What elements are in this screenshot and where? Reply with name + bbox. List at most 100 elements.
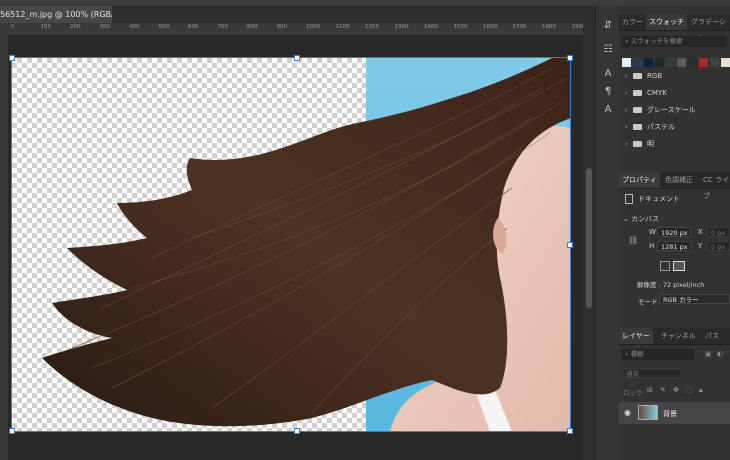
orientation-landscape-icon[interactable]	[673, 261, 685, 271]
scrollbar-thumb[interactable]	[586, 168, 592, 308]
tab-adjustments[interactable]: 色調補正	[665, 172, 693, 188]
ruler-tick-label: 700	[217, 24, 229, 30]
ruler-tick-label: 800	[247, 24, 258, 30]
paragraph-icon[interactable]: ¶	[602, 86, 614, 98]
color-mode-select[interactable]: RGB カラー	[659, 294, 730, 304]
swatch-folder-rgb[interactable]: › RGB	[625, 70, 662, 82]
blend-mode-select[interactable]: 通常	[622, 368, 682, 378]
folder-icon	[633, 73, 642, 79]
filter-adjust-icon[interactable]: ◐	[717, 350, 723, 358]
tab-gradient[interactable]: グラデーション	[691, 14, 730, 42]
transform-handle-t[interactable]	[294, 55, 300, 61]
orientation-portrait-icon[interactable]	[660, 261, 670, 271]
document-canvas[interactable]	[12, 58, 571, 432]
swatch-folder-light[interactable]: › 明	[625, 138, 654, 150]
tab-paths[interactable]: パス	[705, 328, 719, 344]
lock-all-icon[interactable]: 🔒︎	[699, 386, 703, 395]
properties-panel-tabs: プロパティ 色調補正 CC ライブ	[619, 172, 730, 200]
filter-image-icon[interactable]: ▣	[705, 350, 712, 358]
tab-channels[interactable]: チャンネル	[661, 328, 696, 344]
vertical-ruler[interactable]	[0, 35, 8, 460]
transform-handle-tr[interactable]	[567, 55, 573, 61]
height-label: H	[649, 242, 655, 250]
canvas-section-label: カンバス	[631, 215, 660, 223]
height-field[interactable]: 1281 px	[657, 241, 691, 251]
right-panel-area: カラー スウォッチ グラデーション ⌕スウォッチを検索 ›RGB ›CMYK ›…	[619, 6, 730, 460]
y-field[interactable]: 0 px	[707, 241, 730, 251]
adjust-icon[interactable]: ☷	[602, 44, 614, 56]
swatch-chip[interactable]	[666, 58, 675, 67]
folder-label: グレースケール	[647, 106, 696, 114]
swatch-folder-cmyk[interactable]: › CMYK	[625, 87, 667, 99]
swatch-folder-grayscale[interactable]: › グレースケール	[625, 104, 696, 116]
width-field[interactable]: 1920 px	[657, 227, 691, 237]
chevron-right-icon: ›	[625, 72, 628, 80]
tab-properties[interactable]: プロパティ	[619, 172, 660, 188]
transform-handle-br[interactable]	[567, 428, 573, 434]
ruler-tick-label: 1400	[424, 24, 438, 30]
swatch-chip[interactable]	[644, 58, 653, 67]
ruler-tick-label: 1800	[542, 24, 556, 30]
history-icon[interactable]: ⇵	[602, 20, 614, 32]
chevron-right-icon: ›	[625, 89, 628, 97]
swatch-chip[interactable]	[710, 58, 719, 67]
ruler-tick-label: 0	[11, 24, 15, 30]
folder-icon	[633, 124, 642, 130]
eye-icon[interactable]: ◉	[624, 408, 631, 417]
document-icon	[625, 194, 633, 204]
ruler-tick-label: 1100	[335, 24, 350, 30]
lock-transparent-icon[interactable]: ⊞	[647, 386, 653, 394]
layer-row-background[interactable]: ◉ 背景	[619, 402, 730, 424]
tab-color[interactable]: カラー	[622, 14, 643, 30]
layer-kind-filter[interactable]: ⌕ 種類	[622, 349, 694, 360]
link-icon[interactable]: ⛓	[628, 236, 638, 245]
mode-label: モード	[638, 298, 658, 306]
swatch-chip[interactable]	[622, 58, 631, 67]
width-label: W	[649, 228, 656, 236]
ruler-tick-label: 1500	[453, 24, 468, 30]
swatch-chip[interactable]	[655, 58, 664, 67]
character-icon[interactable]: A	[602, 68, 614, 80]
swatch-chip[interactable]	[721, 58, 730, 67]
layer-name: 背景	[663, 410, 677, 418]
swatch-chip[interactable]	[677, 58, 686, 67]
swatch-search-input[interactable]: ⌕ スウォッチを検索	[622, 36, 727, 47]
folder-icon	[633, 90, 642, 96]
x-field[interactable]: 0 px	[707, 227, 730, 237]
transform-handle-bl[interactable]	[9, 428, 15, 434]
panel-icon-strip: ⇵ ☷ A ¶ A	[595, 6, 620, 460]
folder-label: 明	[647, 140, 654, 148]
swatch-chip[interactable]	[699, 58, 708, 67]
transform-handle-tl[interactable]	[9, 55, 15, 61]
document-row: ドキュメント	[625, 194, 680, 204]
vertical-scrollbar[interactable]	[583, 23, 595, 460]
ruler-tick-label: 500	[158, 24, 170, 30]
tab-cc-libraries[interactable]: CC ライブ	[703, 172, 730, 200]
lock-artboard-icon[interactable]: ⬚	[686, 386, 693, 394]
search-icon: ⌕	[625, 37, 629, 45]
document-label: ドキュメント	[638, 195, 680, 203]
canvas-section-header[interactable]: ⌄ カンバス	[623, 214, 659, 224]
swatch-chip[interactable]	[633, 58, 642, 67]
transform-handle-b[interactable]	[294, 428, 300, 434]
chevron-right-icon: ›	[625, 123, 628, 131]
document-tab-bar	[112, 6, 595, 23]
tab-swatches[interactable]: スウォッチ	[646, 14, 687, 30]
ruler-tick-label: 300	[99, 24, 111, 30]
transform-handle-r[interactable]	[567, 242, 573, 248]
glyphs-icon[interactable]: A	[602, 104, 614, 116]
y-label: Y	[698, 242, 703, 250]
folder-icon	[633, 141, 642, 147]
lock-brush-icon[interactable]: ✎	[660, 386, 666, 394]
swatch-folder-pastel[interactable]: › パステル	[625, 121, 675, 133]
ruler-tick-label: 200	[70, 24, 81, 30]
swatch-chip[interactable]	[688, 58, 697, 67]
ruler-tick-label: 1300	[394, 24, 409, 30]
ruler-tick-label: 1700	[512, 24, 527, 30]
layers-panel-tabs: レイヤー チャンネル パス	[619, 328, 730, 345]
lock-label: ロック	[623, 389, 643, 397]
lock-move-icon[interactable]: ✥	[673, 386, 679, 394]
tab-layers[interactable]: レイヤー	[619, 328, 653, 344]
resolution-text: 解像度 : 72 pixel/inch	[637, 281, 705, 289]
document-tab[interactable]: 56512_m.jpg @ 100% (RGB/8#)	[0, 6, 112, 23]
